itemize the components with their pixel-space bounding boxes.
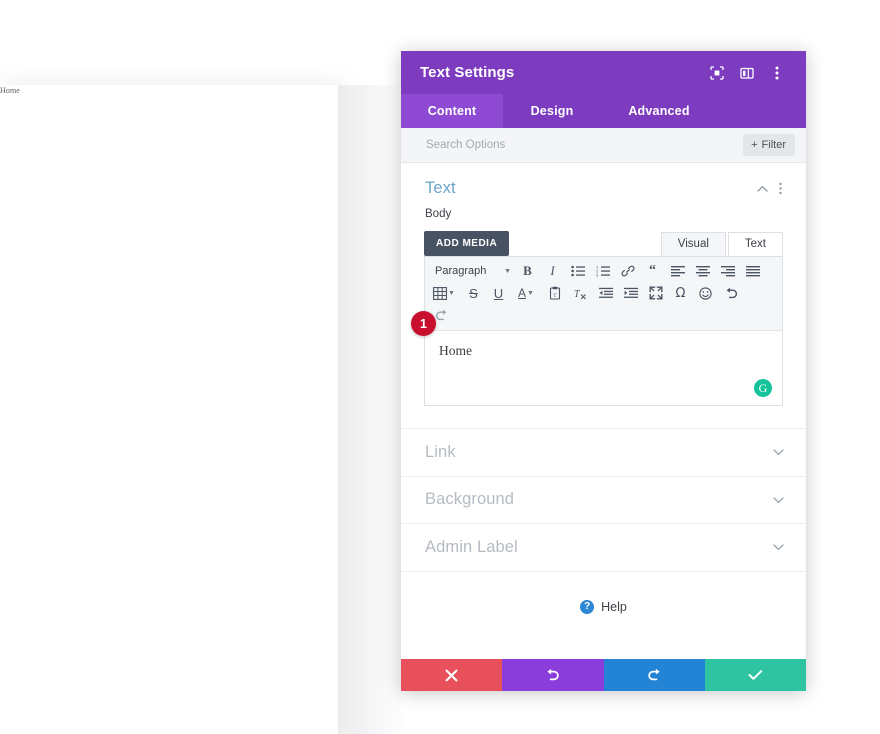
tab-visual[interactable]: Visual bbox=[660, 232, 726, 256]
blockquote-icon[interactable]: “ bbox=[640, 260, 665, 282]
undo-button[interactable] bbox=[502, 659, 604, 691]
section-background-title: Background bbox=[425, 490, 515, 509]
modal-tab-bar: Content Design Advanced bbox=[401, 94, 806, 128]
format-select-value: Paragraph bbox=[435, 265, 487, 277]
site-preview-shadow bbox=[338, 85, 402, 734]
chevron-down-icon[interactable] bbox=[769, 443, 787, 461]
expand-icon[interactable] bbox=[706, 62, 728, 84]
section-text-title: Text bbox=[425, 179, 456, 197]
text-settings-modal: Text Settings Content Design Advanced Se… bbox=[401, 51, 806, 691]
section-more-vertical-icon[interactable] bbox=[771, 180, 789, 198]
svg-text:T: T bbox=[553, 293, 557, 299]
modal-body: Text Body ADD MEDIA Visual Text Paragrap… bbox=[401, 163, 806, 659]
italic-icon[interactable]: I bbox=[540, 260, 565, 282]
add-media-button[interactable]: ADD MEDIA bbox=[424, 231, 510, 256]
paste-as-text-icon[interactable]: T bbox=[543, 282, 568, 304]
clear-formatting-icon[interactable]: T bbox=[568, 282, 593, 304]
undo-icon bbox=[547, 668, 560, 681]
chevron-down-icon[interactable] bbox=[769, 538, 787, 556]
filter-button-label: Filter bbox=[761, 139, 786, 151]
search-options-row: + Filter bbox=[401, 128, 806, 163]
cancel-button[interactable] bbox=[401, 659, 503, 691]
modal-footer bbox=[401, 659, 806, 691]
section-link-title: Link bbox=[425, 442, 456, 461]
chevron-down-icon: ▼ bbox=[504, 267, 511, 275]
filter-button[interactable]: + Filter bbox=[743, 134, 795, 156]
bulleted-list-icon[interactable] bbox=[565, 260, 590, 282]
link-icon[interactable] bbox=[615, 260, 640, 282]
site-preview-home-text: Home bbox=[0, 86, 20, 95]
indent-icon[interactable] bbox=[618, 282, 643, 304]
bold-icon[interactable]: B bbox=[515, 260, 540, 282]
help-label: Help bbox=[601, 599, 627, 614]
tab-design[interactable]: Design bbox=[503, 94, 601, 128]
align-justify-icon[interactable] bbox=[740, 260, 765, 282]
modal-header: Text Settings bbox=[401, 51, 806, 94]
section-text-header[interactable]: Text bbox=[401, 163, 806, 208]
chevron-down-icon[interactable] bbox=[769, 491, 787, 509]
editor-toolbar: Paragraph ▼ B I 1 2 3 “ ▼ S U A ▼ T T Ω bbox=[425, 257, 782, 331]
chevron-up-icon[interactable] bbox=[753, 180, 771, 198]
underline-icon[interactable]: U bbox=[486, 282, 511, 304]
section-admin-label-title: Admin Label bbox=[425, 537, 518, 556]
tinymce-editor: Paragraph ▼ B I 1 2 3 “ ▼ S U A ▼ T T Ω … bbox=[411, 256, 783, 406]
tab-content[interactable]: Content bbox=[401, 94, 503, 128]
help-row[interactable]: ? Help bbox=[401, 572, 806, 614]
fullscreen-icon[interactable] bbox=[643, 282, 668, 304]
check-icon bbox=[748, 670, 763, 680]
section-text: Text Body ADD MEDIA Visual Text Paragrap… bbox=[401, 163, 806, 429]
site-preview-canvas bbox=[0, 85, 338, 734]
plus-icon: + bbox=[751, 138, 758, 151]
layout-columns-icon[interactable] bbox=[736, 62, 758, 84]
format-select[interactable]: Paragraph ▼ bbox=[429, 260, 515, 282]
tab-advanced[interactable]: Advanced bbox=[601, 94, 717, 128]
svg-text:3: 3 bbox=[596, 273, 599, 277]
save-button[interactable] bbox=[704, 659, 806, 691]
strikethrough-icon[interactable]: S bbox=[461, 282, 486, 304]
special-character-icon[interactable]: Ω bbox=[668, 282, 693, 304]
table-icon[interactable]: ▼ bbox=[429, 282, 461, 304]
editor-body-text: Home bbox=[439, 343, 472, 358]
tab-text[interactable]: Text bbox=[727, 232, 783, 256]
editor-content-area[interactable]: 1 Home G bbox=[411, 311, 782, 405]
grammarly-icon[interactable]: G bbox=[754, 379, 772, 397]
chevron-down-icon: ▼ bbox=[527, 289, 534, 297]
help-icon: ? bbox=[580, 599, 595, 614]
text-color-icon[interactable]: A ▼ bbox=[511, 282, 543, 304]
more-vertical-icon[interactable] bbox=[766, 62, 788, 84]
modal-title: Text Settings bbox=[420, 64, 515, 81]
section-admin-label[interactable]: Admin Label bbox=[401, 524, 806, 572]
align-left-icon[interactable] bbox=[665, 260, 690, 282]
body-field-label: Body bbox=[425, 208, 452, 220]
editor-mode-tabs: Visual Text bbox=[660, 232, 783, 256]
step-badge-1: 1 bbox=[411, 311, 436, 336]
close-icon bbox=[445, 669, 458, 681]
editor-topbar: ADD MEDIA Visual Text bbox=[424, 228, 783, 256]
align-center-icon[interactable] bbox=[690, 260, 715, 282]
redo-button[interactable] bbox=[603, 659, 705, 691]
search-input[interactable] bbox=[424, 138, 744, 152]
undo-icon[interactable] bbox=[718, 282, 743, 304]
redo-icon bbox=[647, 668, 660, 681]
align-right-icon[interactable] bbox=[715, 260, 740, 282]
svg-text:T: T bbox=[574, 289, 581, 300]
section-link[interactable]: Link bbox=[401, 429, 806, 477]
outdent-icon[interactable] bbox=[593, 282, 618, 304]
numbered-list-icon[interactable]: 1 2 3 bbox=[590, 260, 615, 282]
body-editor: ADD MEDIA Visual Text Paragraph ▼ B I 1 … bbox=[411, 228, 783, 406]
section-background[interactable]: Background bbox=[401, 477, 806, 524]
chevron-down-icon: ▼ bbox=[448, 289, 455, 297]
emoji-icon[interactable] bbox=[693, 282, 718, 304]
